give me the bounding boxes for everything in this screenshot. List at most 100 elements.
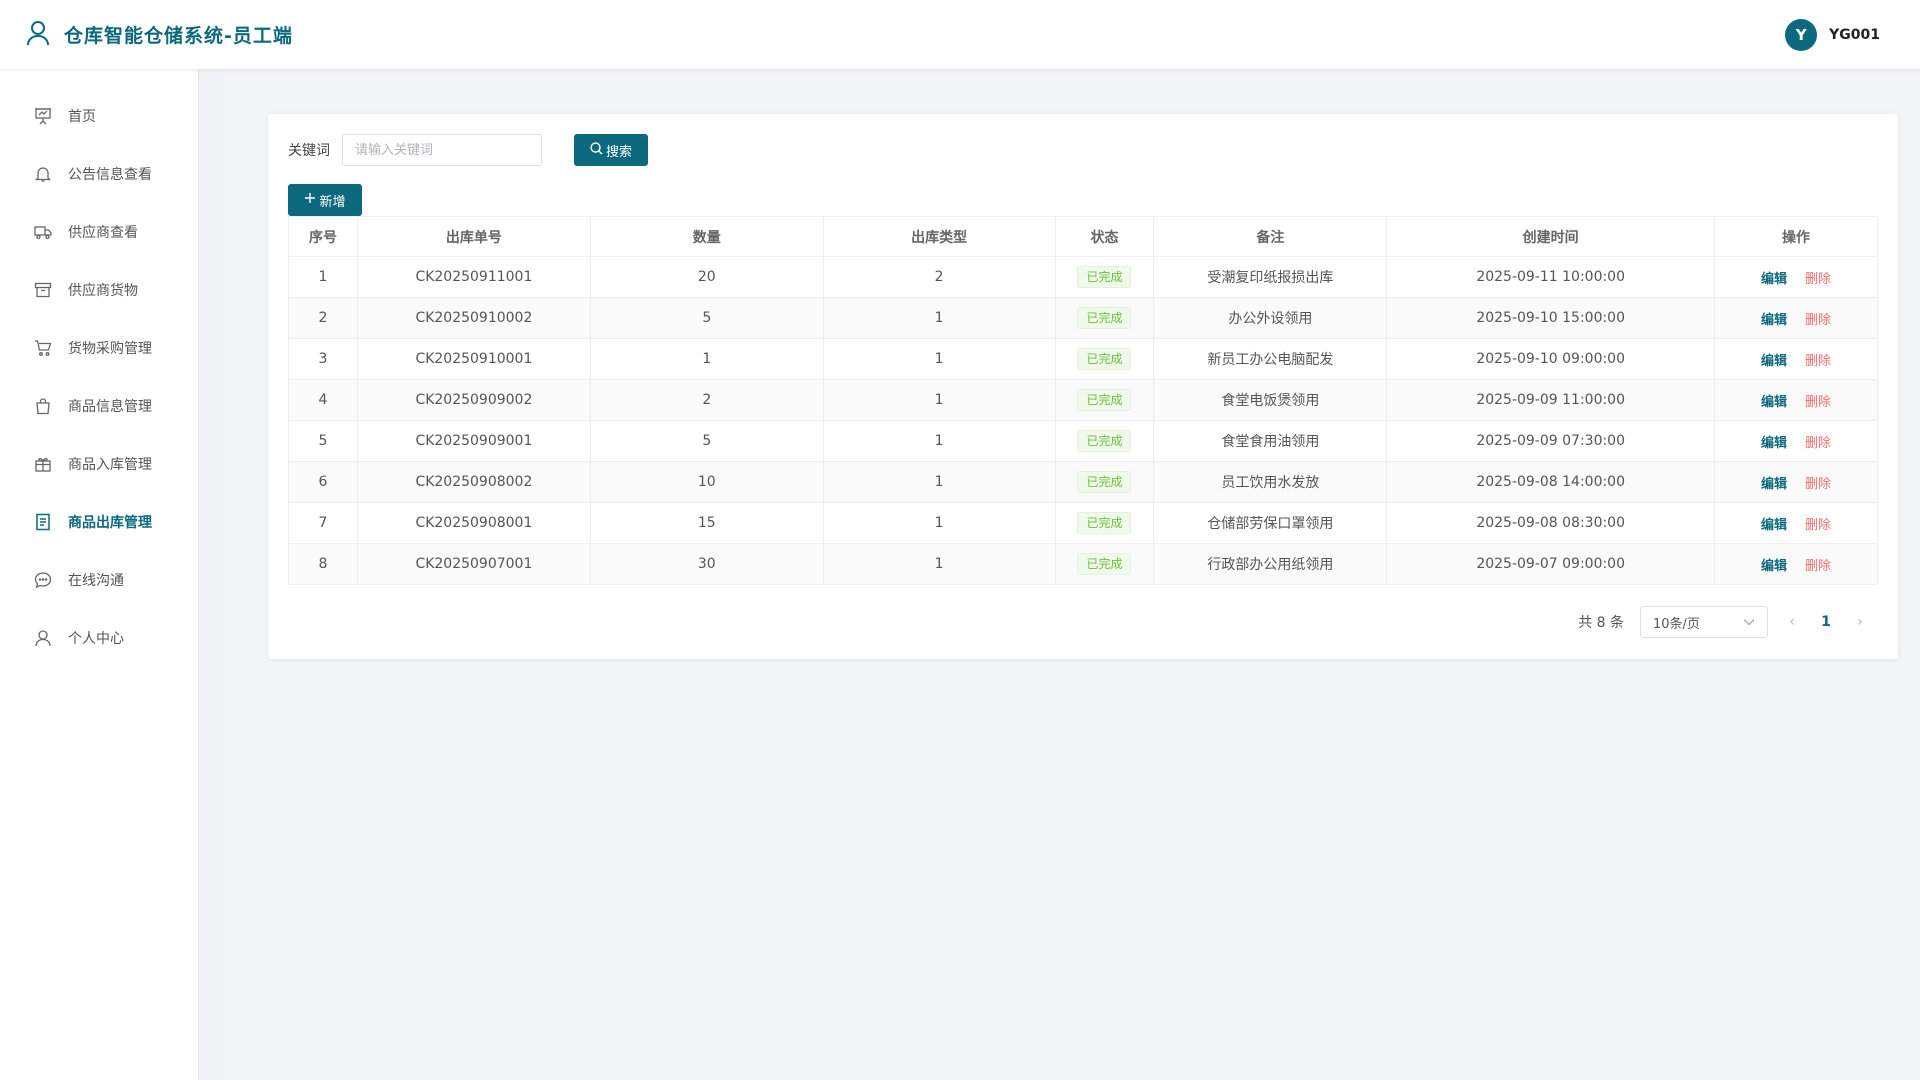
cell-type: 1 <box>822 379 1056 421</box>
sidebar-item-supplier-goods[interactable]: 供应商货物 <box>0 261 198 319</box>
page-size-select[interactable]: 10条/页 <box>1640 606 1768 638</box>
edit-button[interactable]: 编辑 <box>1761 518 1787 533</box>
search-button-label: 搜索 <box>605 144 632 160</box>
cell-quantity: 1 <box>589 338 824 380</box>
user-outline-icon <box>26 20 50 50</box>
cell-quantity: 15 <box>589 502 824 544</box>
sidebar-item-outbound[interactable]: 商品出库管理 <box>0 493 198 551</box>
status-badge: 已完成 <box>1077 348 1132 370</box>
sidebar-item-purchasing[interactable]: 货物采购管理 <box>0 319 198 377</box>
column-header-quantity: 数量 <box>589 216 824 257</box>
page-number[interactable]: 1 <box>1816 614 1836 630</box>
column-header-remark: 备注 <box>1153 216 1388 257</box>
add-button[interactable]: 新增 <box>288 184 362 216</box>
sidebar-item-home[interactable]: 首页 <box>0 87 198 145</box>
delete-button[interactable]: 删除 <box>1805 518 1831 533</box>
column-header-type: 出库类型 <box>822 216 1056 257</box>
delete-button[interactable]: 删除 <box>1805 313 1831 328</box>
box-icon <box>34 281 52 299</box>
cell-created: 2025-09-11 10:00:00 <box>1386 256 1716 298</box>
prev-page-icon[interactable]: ‹ <box>1784 614 1800 630</box>
delete-button[interactable]: 删除 <box>1805 436 1831 451</box>
truck-icon <box>34 223 52 241</box>
total-count: 共 8 条 <box>1578 615 1624 631</box>
cell-remark: 受潮复印纸报损出库 <box>1153 256 1388 298</box>
cell-actions: 编辑 删除 <box>1714 420 1878 462</box>
table-row: 4 CK20250909002 2 1 已完成 食堂电饭煲领用 2025-09-09 11:… <box>288 379 1878 421</box>
user-menu[interactable]: Y YG001 <box>1785 18 1894 51</box>
keyword-input[interactable] <box>342 134 542 166</box>
cell-quantity: 5 <box>589 297 824 339</box>
cell-type: 1 <box>822 461 1056 503</box>
app-title: 仓库智能仓储系统-员工端 <box>64 25 293 47</box>
edit-button[interactable]: 编辑 <box>1761 395 1787 410</box>
search-label: 关键词 <box>288 143 330 159</box>
edit-button[interactable]: 编辑 <box>1761 477 1787 492</box>
search-button[interactable]: 搜索 <box>574 134 648 166</box>
cell-order-no: CK20250909001 <box>356 420 591 462</box>
cell-actions: 编辑 删除 <box>1714 502 1878 544</box>
cell-created: 2025-09-10 09:00:00 <box>1386 338 1716 380</box>
cell-quantity: 5 <box>589 420 824 462</box>
page-size-value: 10条/页 <box>1653 616 1700 632</box>
top-header: 仓库智能仓储系统-员工端 Y YG001 <box>0 0 1920 69</box>
table-row: 8 CK20250907001 30 1 已完成 行政部办公用纸领用 2025-09-07 … <box>288 543 1878 585</box>
cell-remark: 仓储部劳保口罩领用 <box>1153 502 1388 544</box>
cell-actions: 编辑 删除 <box>1714 338 1878 380</box>
delete-button[interactable]: 删除 <box>1805 477 1831 492</box>
next-page-icon[interactable]: › <box>1852 614 1868 630</box>
cell-quantity: 20 <box>589 256 824 298</box>
cell-index: 4 <box>288 379 358 421</box>
sidebar-item-suppliers[interactable]: 供应商查看 <box>0 203 198 261</box>
outbound-table: 序号 出库单号 数量 出库类型 状态 备注 创建时间 操作 1 CK2025091… <box>288 216 1878 585</box>
column-header-status: 状态 <box>1054 216 1155 257</box>
column-header-order-no: 出库单号 <box>356 216 591 257</box>
sidebar-item-label: 货物采购管理 <box>68 341 152 357</box>
avatar[interactable]: Y <box>1785 18 1818 51</box>
edit-button[interactable]: 编辑 <box>1761 436 1787 451</box>
edit-button[interactable]: 编辑 <box>1761 272 1787 287</box>
sidebar-item-chat[interactable]: 在线沟通 <box>0 551 198 609</box>
sidebar-item-announcements[interactable]: 公告信息查看 <box>0 145 198 203</box>
cell-created: 2025-09-08 08:30:00 <box>1386 502 1716 544</box>
cell-created: 2025-09-09 07:30:00 <box>1386 420 1716 462</box>
cell-index: 6 <box>288 461 358 503</box>
cell-status: 已完成 <box>1054 461 1155 503</box>
cell-type: 1 <box>822 297 1056 339</box>
cell-status: 已完成 <box>1054 543 1155 585</box>
presentation-icon <box>34 107 52 125</box>
table-row: 1 CK20250911001 20 2 已完成 受潮复印纸报损出库 2025-09-11 … <box>288 256 1878 298</box>
username[interactable]: YG001 <box>1829 27 1880 43</box>
delete-button[interactable]: 删除 <box>1805 272 1831 287</box>
edit-button[interactable]: 编辑 <box>1761 313 1787 328</box>
cell-order-no: CK20250909002 <box>356 379 591 421</box>
sidebar-item-label: 商品出库管理 <box>68 515 152 531</box>
table-body: 1 CK20250911001 20 2 已完成 受潮复印纸报损出库 2025-09-11 … <box>288 256 1878 585</box>
sidebar-item-label: 在线沟通 <box>68 573 124 589</box>
status-badge: 已完成 <box>1077 389 1132 411</box>
sidebar-item-label: 个人中心 <box>68 631 124 647</box>
cell-status: 已完成 <box>1054 297 1155 339</box>
edit-button[interactable]: 编辑 <box>1761 559 1787 574</box>
table-row: 7 CK20250908001 15 1 已完成 仓储部劳保口罩领用 2025-09-08 … <box>288 502 1878 544</box>
cell-order-no: CK20250911001 <box>356 256 591 298</box>
cell-status: 已完成 <box>1054 338 1155 380</box>
cell-quantity: 10 <box>589 461 824 503</box>
sidebar-item-label: 商品入库管理 <box>68 457 152 473</box>
bell-icon <box>34 165 52 183</box>
pagination: 共 8 条 10条/页 ‹ 1 › <box>1578 606 1868 638</box>
sidebar-item-product-info[interactable]: 商品信息管理 <box>0 377 198 435</box>
sidebar-item-label: 供应商货物 <box>68 283 138 299</box>
delete-button[interactable]: 删除 <box>1805 559 1831 574</box>
sidebar-item-label: 商品信息管理 <box>68 399 152 415</box>
delete-button[interactable]: 删除 <box>1805 395 1831 410</box>
cell-type: 2 <box>822 256 1056 298</box>
edit-button[interactable]: 编辑 <box>1761 354 1787 369</box>
sidebar-item-profile[interactable]: 个人中心 <box>0 609 198 667</box>
cell-index: 3 <box>288 338 358 380</box>
sidebar-item-inbound[interactable]: 商品入库管理 <box>0 435 198 493</box>
delete-button[interactable]: 删除 <box>1805 354 1831 369</box>
cell-type: 1 <box>822 420 1056 462</box>
cell-index: 8 <box>288 543 358 585</box>
cell-status: 已完成 <box>1054 502 1155 544</box>
